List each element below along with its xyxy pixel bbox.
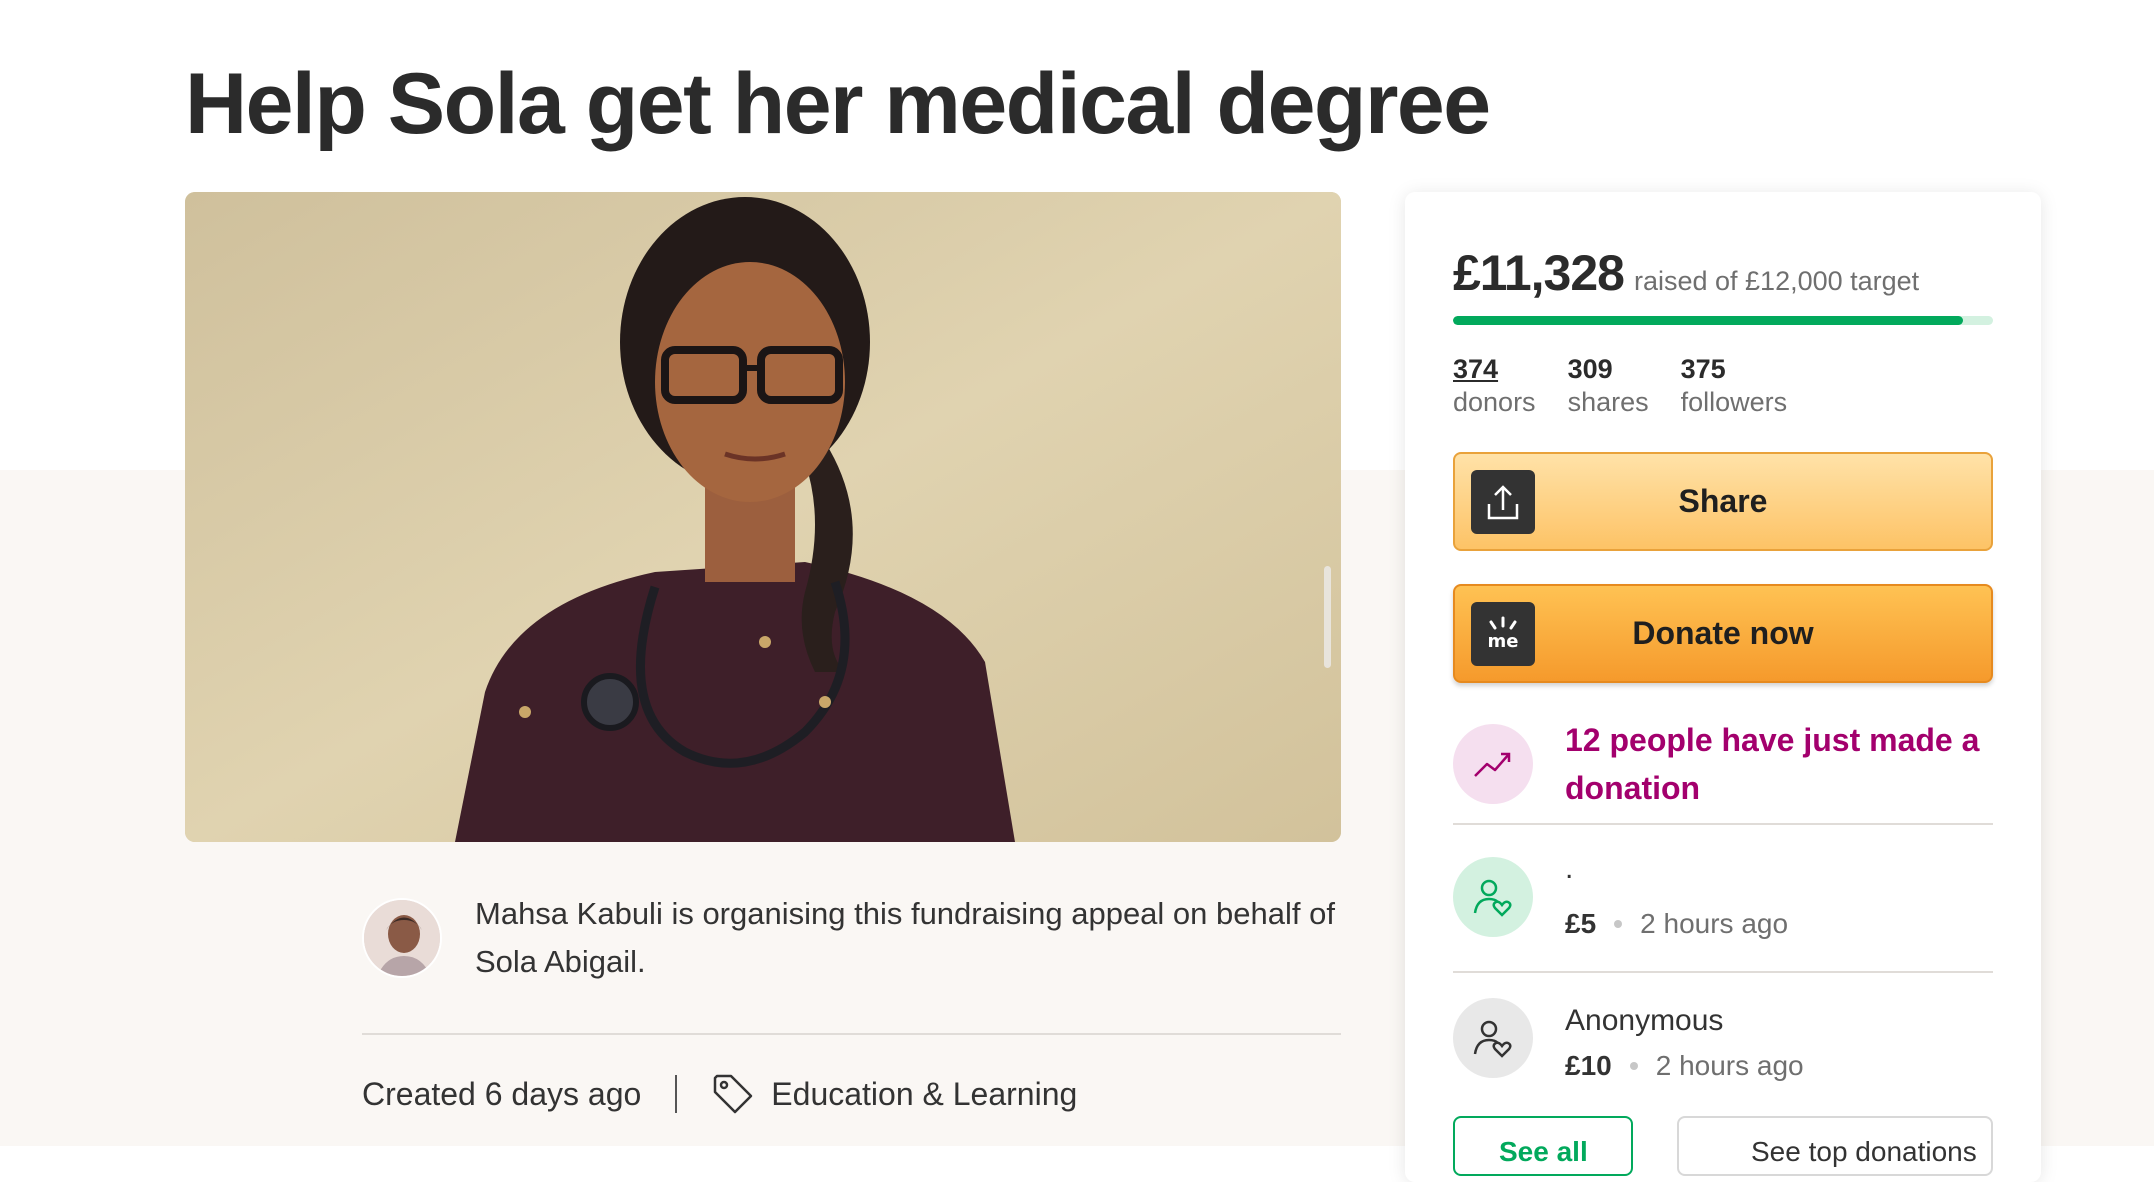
gofundme-logo-icon: me [1471, 602, 1535, 666]
stat-shares-label: shares [1567, 387, 1649, 417]
organiser-description: Mahsa Kabuli is organising this fundrais… [475, 896, 1335, 979]
progress-fill [1453, 316, 1963, 325]
stat-followers-label: followers [1680, 387, 1788, 417]
donor-name: Anonymous [1565, 1004, 1724, 1037]
trending-up-icon [1453, 724, 1533, 804]
person-heart-icon [1453, 998, 1533, 1078]
stats-row: 374 donors 309 shares 375 followers [1453, 352, 1819, 418]
share-button-label: Share [1678, 483, 1768, 519]
donation-amount: £10 [1565, 1050, 1612, 1081]
divider [1453, 971, 1993, 973]
recent-donations-notice: 12 people have just made a donation [1565, 722, 1980, 806]
raised-summary: £11,328 raised of £12,000 target [1453, 244, 1919, 302]
stat-followers: 375 followers [1681, 352, 1788, 418]
organiser-avatar[interactable] [362, 898, 442, 978]
stat-shares: 309 shares [1568, 352, 1649, 418]
donor-name: . [1565, 852, 1574, 885]
page-title: Help Sola get her medical degree [185, 56, 1491, 152]
stat-donors[interactable]: 374 donors [1453, 352, 1536, 418]
stat-donors-label: donors [1453, 387, 1536, 417]
dot-separator [1614, 920, 1623, 928]
raised-target: raised of £12,000 target [1633, 266, 1920, 296]
donation-amount: £5 [1565, 908, 1597, 939]
donation-time: 2 hours ago [1655, 1050, 1804, 1081]
raised-amount: £11,328 [1453, 245, 1625, 301]
tag-icon [711, 1072, 755, 1116]
stat-donors-value[interactable]: 374 [1453, 352, 1536, 386]
progress-bar [1453, 316, 1993, 325]
meta-separator [675, 1075, 678, 1113]
stat-shares-value: 309 [1567, 354, 1613, 384]
divider [362, 1033, 1341, 1035]
svg-text:me: me [1488, 631, 1519, 652]
divider [1453, 823, 1993, 825]
stat-followers-value: 375 [1680, 354, 1726, 384]
donation-details: £5 2 hours ago [1565, 908, 1788, 940]
donation-card: £11,328 raised of £12,000 target 374 don… [1405, 192, 2041, 1182]
person-heart-icon [1453, 857, 1533, 937]
donation-time: 2 hours ago [1640, 908, 1789, 939]
share-button[interactable]: Share [1453, 452, 1993, 551]
see-top-donations-button[interactable]: See top donations [1677, 1116, 1993, 1176]
created-date: Created 6 days ago [362, 1075, 642, 1112]
donate-button-label: Donate now [1632, 615, 1814, 651]
category-link[interactable]: Education & Learning [771, 1076, 1077, 1113]
donation-details: £10 2 hours ago [1565, 1050, 1804, 1082]
upload-share-icon [1471, 470, 1535, 534]
see-all-button[interactable]: See all [1453, 1116, 1633, 1176]
dot-separator [1629, 1062, 1638, 1070]
campaign-meta: Created 6 days ago Education & Learning [362, 1072, 1077, 1116]
hero-photo [185, 192, 1341, 842]
image-scroll-handle[interactable] [1324, 566, 1331, 668]
donate-button[interactable]: me Donate now [1453, 584, 1993, 683]
